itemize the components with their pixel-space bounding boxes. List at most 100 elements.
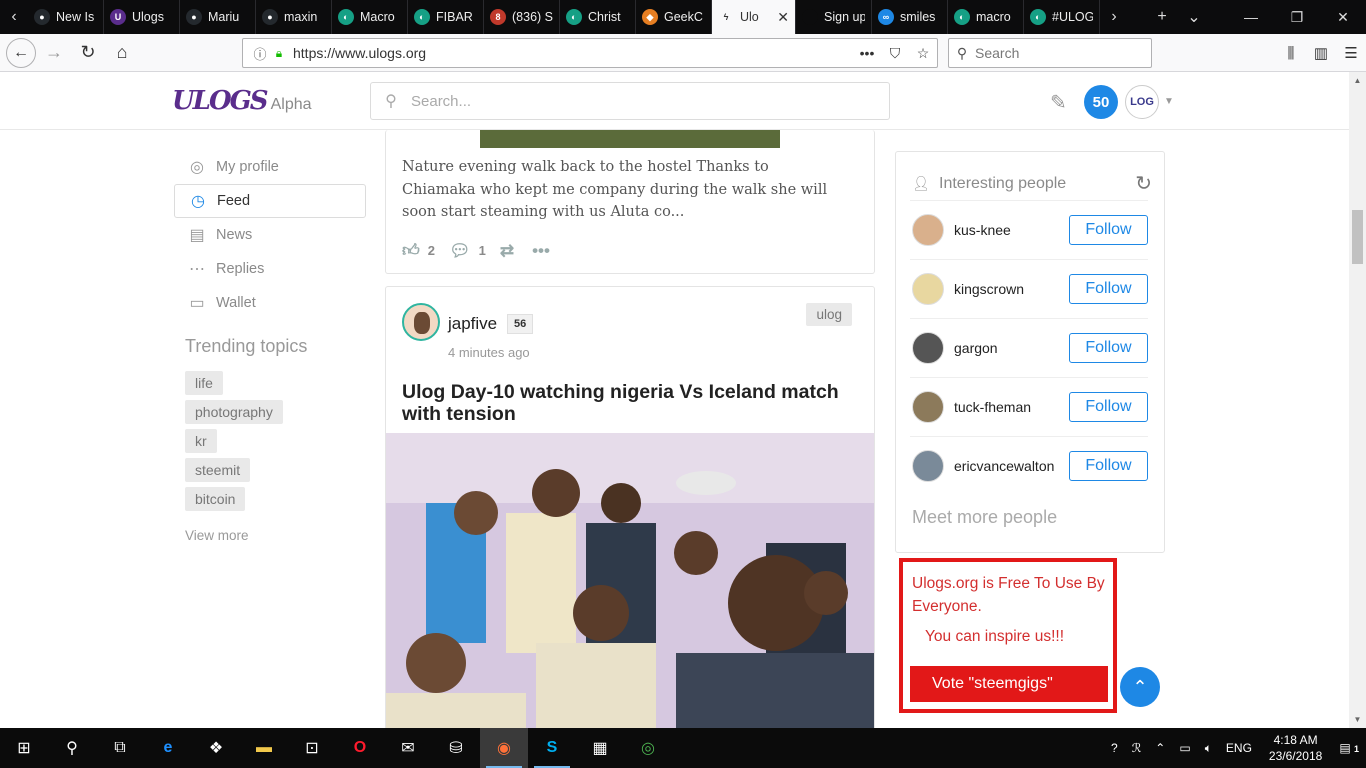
topic-tag[interactable]: bitcoin — [185, 487, 246, 511]
task-view-icon[interactable]: ⧉ — [96, 728, 144, 768]
edge-icon[interactable]: e — [144, 728, 192, 768]
avatar[interactable] — [912, 391, 944, 423]
follow-button[interactable]: Follow — [1069, 392, 1148, 422]
post-excerpt[interactable]: Nature evening walk back to the hostel T… — [402, 156, 842, 224]
post-time[interactable]: 4 minutes ago — [448, 345, 530, 360]
reload-button[interactable]: ↻ — [72, 37, 104, 69]
avatar[interactable] — [912, 214, 944, 246]
write-post-icon[interactable]: ✎ — [1050, 90, 1074, 114]
url-text[interactable]: https://www.ulogs.org — [293, 45, 853, 61]
meet-more-people-link[interactable]: Meet more people — [912, 507, 1057, 528]
language-indicator[interactable]: ENG — [1219, 741, 1259, 755]
browser-tab[interactable]: ● New Is — [28, 0, 104, 34]
browser-tab[interactable]: ◐ macro — [948, 0, 1024, 34]
comment-icon[interactable]: 💬︎ — [449, 241, 471, 261]
home-button[interactable]: ⌂ — [106, 37, 138, 69]
ulogs-logo[interactable]: ULOGS Alpha — [172, 86, 312, 116]
browser-search-input[interactable]: ⚲ Search — [948, 38, 1152, 68]
chrome-icon[interactable]: ◎ — [624, 728, 672, 768]
sidebar-toggle-icon[interactable]: ▥ — [1306, 44, 1336, 62]
post-title[interactable]: Ulog Day-10 watching nigeria Vs Iceland … — [402, 381, 862, 425]
topic-tag[interactable]: kr — [185, 429, 217, 453]
topic-tag[interactable]: steemit — [185, 458, 251, 482]
file-explorer-icon[interactable]: ▬ — [240, 728, 288, 768]
page-actions-icon[interactable]: ••• — [853, 45, 881, 61]
minimize-button[interactable]: — — [1228, 9, 1274, 26]
refresh-icon[interactable]: ↻ — [1135, 171, 1152, 196]
tab-scroll-left-button[interactable]: ‹ — [0, 0, 28, 34]
browser-tab[interactable]: ◐ Christ — [560, 0, 636, 34]
sidebar-item-wallet[interactable]: ▭ Wallet — [174, 286, 366, 320]
vote-witness-button[interactable]: Vote "steemgigs" — [910, 666, 1108, 702]
url-bar[interactable]: ⓘ 🔒︎ https://www.ulogs.org ••• ⛉ ☆ — [242, 38, 938, 68]
clock[interactable]: 4:18 AM 23/6/2018 — [1259, 732, 1332, 764]
browser-tab[interactable]: ◐ #ULOG — [1024, 0, 1100, 34]
new-tab-button[interactable]: + — [1146, 8, 1178, 26]
like-icon[interactable]: 👍︎ — [402, 240, 420, 261]
tab-scroll-right-button[interactable]: › — [1100, 0, 1128, 34]
sidebar-item-my-profile[interactable]: ◎ My profile — [174, 150, 366, 184]
avatar[interactable] — [912, 273, 944, 305]
avatar[interactable] — [912, 332, 944, 364]
person-name[interactable]: kingscrown — [954, 281, 1024, 297]
topic-tag[interactable]: life — [185, 371, 223, 395]
sidebar-item-feed[interactable]: ◷ Feed — [174, 184, 366, 218]
post-image[interactable] — [386, 433, 874, 728]
sidebar-item-replies[interactable]: ⋯ Replies — [174, 252, 366, 286]
browser-tab[interactable]: 8 (836) S — [484, 0, 560, 34]
scroll-up-arrow[interactable]: ▲ — [1349, 72, 1366, 89]
skype-icon[interactable]: S — [528, 728, 576, 768]
more-options-icon[interactable]: ••• — [532, 241, 550, 261]
back-button[interactable]: ← — [6, 37, 36, 68]
chevron-down-icon[interactable]: ▼ — [1164, 96, 1174, 107]
library-icon[interactable]: ⫼ — [1276, 45, 1306, 62]
tab-list-button[interactable]: ⌄ — [1178, 7, 1210, 27]
browser-tab[interactable]: ∞ smiles — [872, 0, 948, 34]
person-name[interactable]: tuck-fheman — [954, 399, 1031, 415]
browser-tab[interactable]: ● maxin — [256, 0, 332, 34]
reblog-icon[interactable]: ⇄ — [500, 241, 514, 261]
post-image[interactable] — [480, 130, 780, 148]
browser-tab[interactable]: ◐ Macro — [332, 0, 408, 34]
site-info-icon[interactable]: ⓘ — [249, 44, 271, 63]
person-name[interactable]: gargon — [954, 340, 998, 356]
bookmark-star-icon[interactable]: ☆ — [909, 45, 937, 62]
avatar[interactable] — [912, 450, 944, 482]
close-window-button[interactable]: ✕ — [1320, 9, 1366, 26]
browser-tab[interactable]: ◆ GeekC — [636, 0, 712, 34]
person-name[interactable]: kus-knee — [954, 222, 1011, 238]
author-name[interactable]: japfive — [448, 314, 497, 334]
network-app-icon[interactable]: ⛁ — [432, 728, 480, 768]
topic-tag[interactable]: photography — [185, 400, 283, 424]
search-icon[interactable]: ⚲ — [48, 728, 96, 768]
browser-tab[interactable]: Sign up or — [796, 0, 872, 34]
dropbox-icon[interactable]: ❖ — [192, 728, 240, 768]
scroll-to-top-button[interactable]: ⌃ — [1120, 667, 1160, 707]
follow-button[interactable]: Follow — [1069, 333, 1148, 363]
browser-tab[interactable]: ● Mariu — [180, 0, 256, 34]
opera-icon[interactable]: O — [336, 728, 384, 768]
view-more-link[interactable]: View more — [174, 528, 366, 543]
category-tag[interactable]: ulog — [806, 303, 852, 326]
scrollbar-thumb[interactable] — [1352, 210, 1363, 264]
user-avatar[interactable]: LOG — [1125, 85, 1159, 119]
start-button[interactable]: ⊞ — [0, 728, 48, 768]
site-search-input[interactable]: ⚲ Search... — [370, 82, 890, 120]
battery-icon[interactable]: ▭ — [1172, 741, 1197, 755]
tray-chevron-icon[interactable]: ⌃ — [1148, 741, 1172, 755]
scroll-down-arrow[interactable]: ▼ — [1349, 711, 1366, 728]
people-icon[interactable]: ℛ — [1125, 741, 1149, 755]
page-scrollbar[interactable]: ▲ ▼ — [1349, 72, 1366, 728]
pocket-icon[interactable]: ⛉ — [881, 45, 909, 62]
restore-button[interactable]: ❐ — [1274, 9, 1320, 26]
menu-icon[interactable]: ☰ — [1336, 44, 1366, 62]
person-name[interactable]: ericvancewalton — [954, 458, 1054, 474]
notification-badge[interactable]: 50 — [1084, 85, 1118, 119]
follow-button[interactable]: Follow — [1069, 215, 1148, 245]
forward-button[interactable]: → — [38, 37, 70, 69]
mail-icon[interactable]: ✉ — [384, 728, 432, 768]
sidebar-item-news[interactable]: ▤ News — [174, 218, 366, 252]
help-icon[interactable]: ? — [1104, 741, 1125, 755]
follow-button[interactable]: Follow — [1069, 274, 1148, 304]
browser-tab[interactable]: ϟ Ulo ✕ — [712, 0, 796, 34]
